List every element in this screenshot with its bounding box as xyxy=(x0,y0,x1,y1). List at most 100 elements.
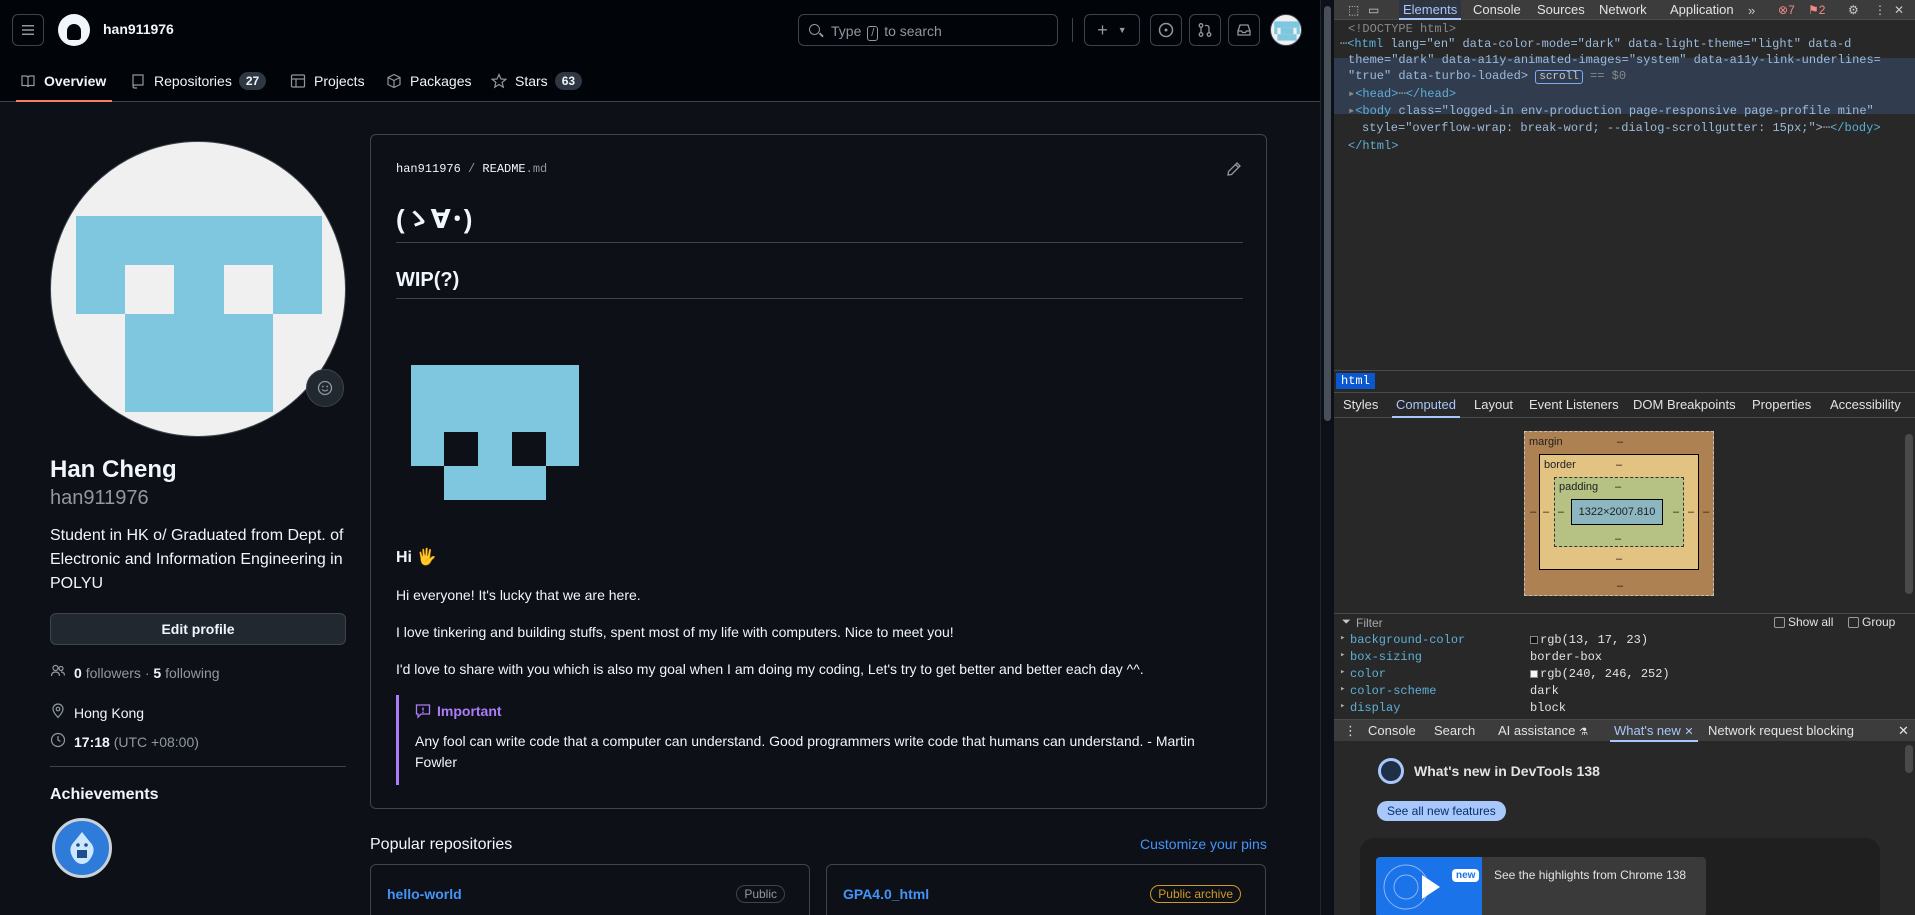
tab-sources[interactable]: Sources xyxy=(1537,0,1585,20)
tab-elements[interactable]: Elements xyxy=(1399,0,1462,20)
box-model-content[interactable]: 1322×2007.810 xyxy=(1571,499,1663,525)
highlights-text[interactable]: See the highlights from Chrome 138 xyxy=(1494,868,1686,882)
html-node[interactable]: ⋯<html lang="en" data-color-mode="dark" … xyxy=(1340,36,1851,54)
expand-arrow-icon[interactable]: ▸ xyxy=(1340,667,1345,677)
group-checkbox[interactable] xyxy=(1848,617,1859,628)
margin-right-value[interactable]: – xyxy=(1703,506,1709,518)
margin-left-value[interactable]: – xyxy=(1530,506,1536,518)
edit-profile-button[interactable]: Edit profile xyxy=(50,613,346,645)
padding-left-value[interactable]: – xyxy=(1558,506,1564,518)
drawer-tab-whats-new[interactable]: What's new ✕ xyxy=(1610,723,1698,742)
followers-count[interactable]: 0 xyxy=(74,665,82,681)
drawer-tab-search[interactable]: Search xyxy=(1434,723,1475,738)
padding-right-value[interactable]: – xyxy=(1673,506,1679,518)
following-label[interactable]: following xyxy=(165,665,219,681)
computed-property-row[interactable]: ▸ color-scheme dark xyxy=(1334,684,1915,701)
tab-projects[interactable]: Projects xyxy=(290,60,365,102)
drawer-scrollbar[interactable] xyxy=(1905,745,1913,773)
computed-property-row[interactable]: ▸ display block xyxy=(1334,701,1915,718)
see-all-features-button[interactable]: See all new features xyxy=(1377,801,1506,821)
scroll-badge[interactable]: scroll xyxy=(1535,70,1583,84)
tab-overview[interactable]: Overview xyxy=(16,60,112,102)
customize-pins-link[interactable]: Customize your pins xyxy=(1140,836,1267,852)
settings-gear-icon[interactable]: ⚙ xyxy=(1848,3,1859,17)
tab-packages[interactable]: Packages xyxy=(386,60,471,102)
computed-property-row[interactable]: ▸ box-sizing border-box xyxy=(1334,650,1915,667)
tab-stars[interactable]: Stars 63 xyxy=(491,60,583,102)
tab-repositories[interactable]: Repositories 27 xyxy=(130,60,267,102)
drawer-menu-icon[interactable]: ⋮ xyxy=(1344,723,1357,739)
search-input[interactable]: Type / to search xyxy=(798,14,1058,46)
computed-scrollbar[interactable] xyxy=(1905,434,1913,594)
html-node-attrs-2[interactable]: theme="dark" data-a11y-animated-images="… xyxy=(1348,52,1881,70)
expand-arrow-icon[interactable]: ▸ xyxy=(1340,701,1345,711)
repo-link[interactable]: hello-world xyxy=(387,886,462,902)
issues-button[interactable] xyxy=(1150,14,1182,46)
html-node-attrs-3[interactable]: "true" data-turbo-loaded> scroll == $0 xyxy=(1348,68,1626,87)
box-model-padding[interactable]: padding – – – – 1322×2007.810 xyxy=(1554,477,1684,547)
tab-application[interactable]: Application xyxy=(1670,0,1734,20)
errors-indicator[interactable]: ⊗7 xyxy=(1778,3,1795,17)
border-bottom-value[interactable]: – xyxy=(1616,553,1622,565)
subtab-accessibility[interactable]: Accessibility xyxy=(1830,397,1901,412)
expand-arrow-icon[interactable]: ▸ xyxy=(1340,633,1345,643)
body-node[interactable]: ▸<body class="logged-in env-production p… xyxy=(1348,103,1874,121)
box-model-margin[interactable]: margin – – – – border – – – – padding – … xyxy=(1524,431,1714,596)
padding-top-value[interactable]: – xyxy=(1615,481,1621,493)
page-scrollbar-thumb[interactable] xyxy=(1324,6,1331,421)
subtab-properties[interactable]: Properties xyxy=(1752,397,1811,412)
breadcrumb-item-html[interactable]: html xyxy=(1336,373,1375,389)
menu-button[interactable] xyxy=(12,14,44,46)
expand-arrow-icon[interactable]: ▸ xyxy=(1340,650,1345,660)
close-drawer-icon[interactable]: ✕ xyxy=(1898,723,1909,739)
border-right-value[interactable]: – xyxy=(1688,506,1694,518)
pull-requests-button[interactable] xyxy=(1189,14,1221,46)
user-avatar-button[interactable] xyxy=(1270,14,1302,46)
more-tabs-icon[interactable]: » xyxy=(1748,3,1755,18)
drawer-tab-network-request-blocking[interactable]: Network request blocking xyxy=(1708,723,1854,738)
expand-arrow-icon[interactable]: ▸ xyxy=(1340,684,1345,694)
create-new-button[interactable]: + ▼ xyxy=(1084,14,1140,46)
github-logo-icon[interactable] xyxy=(58,14,90,46)
head-node[interactable]: ▸<head>⋯</head> xyxy=(1348,86,1456,104)
color-swatch[interactable] xyxy=(1530,635,1538,644)
inbox-button[interactable] xyxy=(1228,14,1260,46)
subtab-dom-breakpoints[interactable]: DOM Breakpoints xyxy=(1633,397,1736,412)
subtab-event-listeners[interactable]: Event Listeners xyxy=(1529,397,1619,412)
border-top-value[interactable]: – xyxy=(1616,459,1622,471)
subtab-layout[interactable]: Layout xyxy=(1474,397,1513,412)
warnings-indicator[interactable]: ⚑2 xyxy=(1808,3,1825,17)
computed-property-row[interactable]: ▸ background-color rgb(13, 17, 23) xyxy=(1334,633,1915,650)
inspect-element-icon[interactable]: ⬚ xyxy=(1348,3,1359,17)
show-all-label[interactable]: Show all xyxy=(1788,615,1833,629)
color-swatch[interactable] xyxy=(1530,669,1538,678)
device-toolbar-icon[interactable]: ▭ xyxy=(1368,3,1379,17)
margin-top-value[interactable]: – xyxy=(1617,436,1623,448)
filter-input[interactable]: Filter xyxy=(1356,616,1383,630)
border-left-value[interactable]: – xyxy=(1543,506,1549,518)
profile-avatar[interactable] xyxy=(50,141,346,437)
readme-path-user[interactable]: han911976 xyxy=(396,162,461,176)
subtab-computed[interactable]: Computed xyxy=(1392,397,1460,418)
tab-console[interactable]: Console xyxy=(1473,0,1521,20)
close-tab-icon[interactable]: ✕ xyxy=(1684,726,1693,738)
drawer-tab-ai-assistance[interactable]: AI assistance ⚗ xyxy=(1498,723,1588,738)
set-status-button[interactable] xyxy=(306,369,344,407)
show-all-checkbox[interactable] xyxy=(1774,617,1785,628)
box-model-border[interactable]: border – – – – padding – – – – 1322×2007… xyxy=(1539,454,1699,570)
followers-label[interactable]: followers xyxy=(86,665,141,681)
video-thumbnail[interactable] xyxy=(1376,857,1482,915)
following-count[interactable]: 5 xyxy=(153,665,161,681)
drawer-tab-console[interactable]: Console xyxy=(1368,723,1416,738)
edit-readme-button[interactable] xyxy=(1226,161,1242,180)
achievement-badge-icon[interactable] xyxy=(52,818,112,878)
subtab-styles[interactable]: Styles xyxy=(1343,397,1378,412)
padding-bottom-value[interactable]: – xyxy=(1615,533,1621,545)
achievements-title[interactable]: Achievements xyxy=(50,786,159,804)
html-close-node[interactable]: </html> xyxy=(1348,138,1398,156)
close-icon[interactable]: ✕ xyxy=(1894,3,1904,17)
page-scrollbar[interactable] xyxy=(1320,0,1334,915)
group-label[interactable]: Group xyxy=(1862,615,1895,629)
header-username[interactable]: han911976 xyxy=(103,21,174,37)
margin-bottom-value[interactable]: – xyxy=(1617,580,1623,592)
